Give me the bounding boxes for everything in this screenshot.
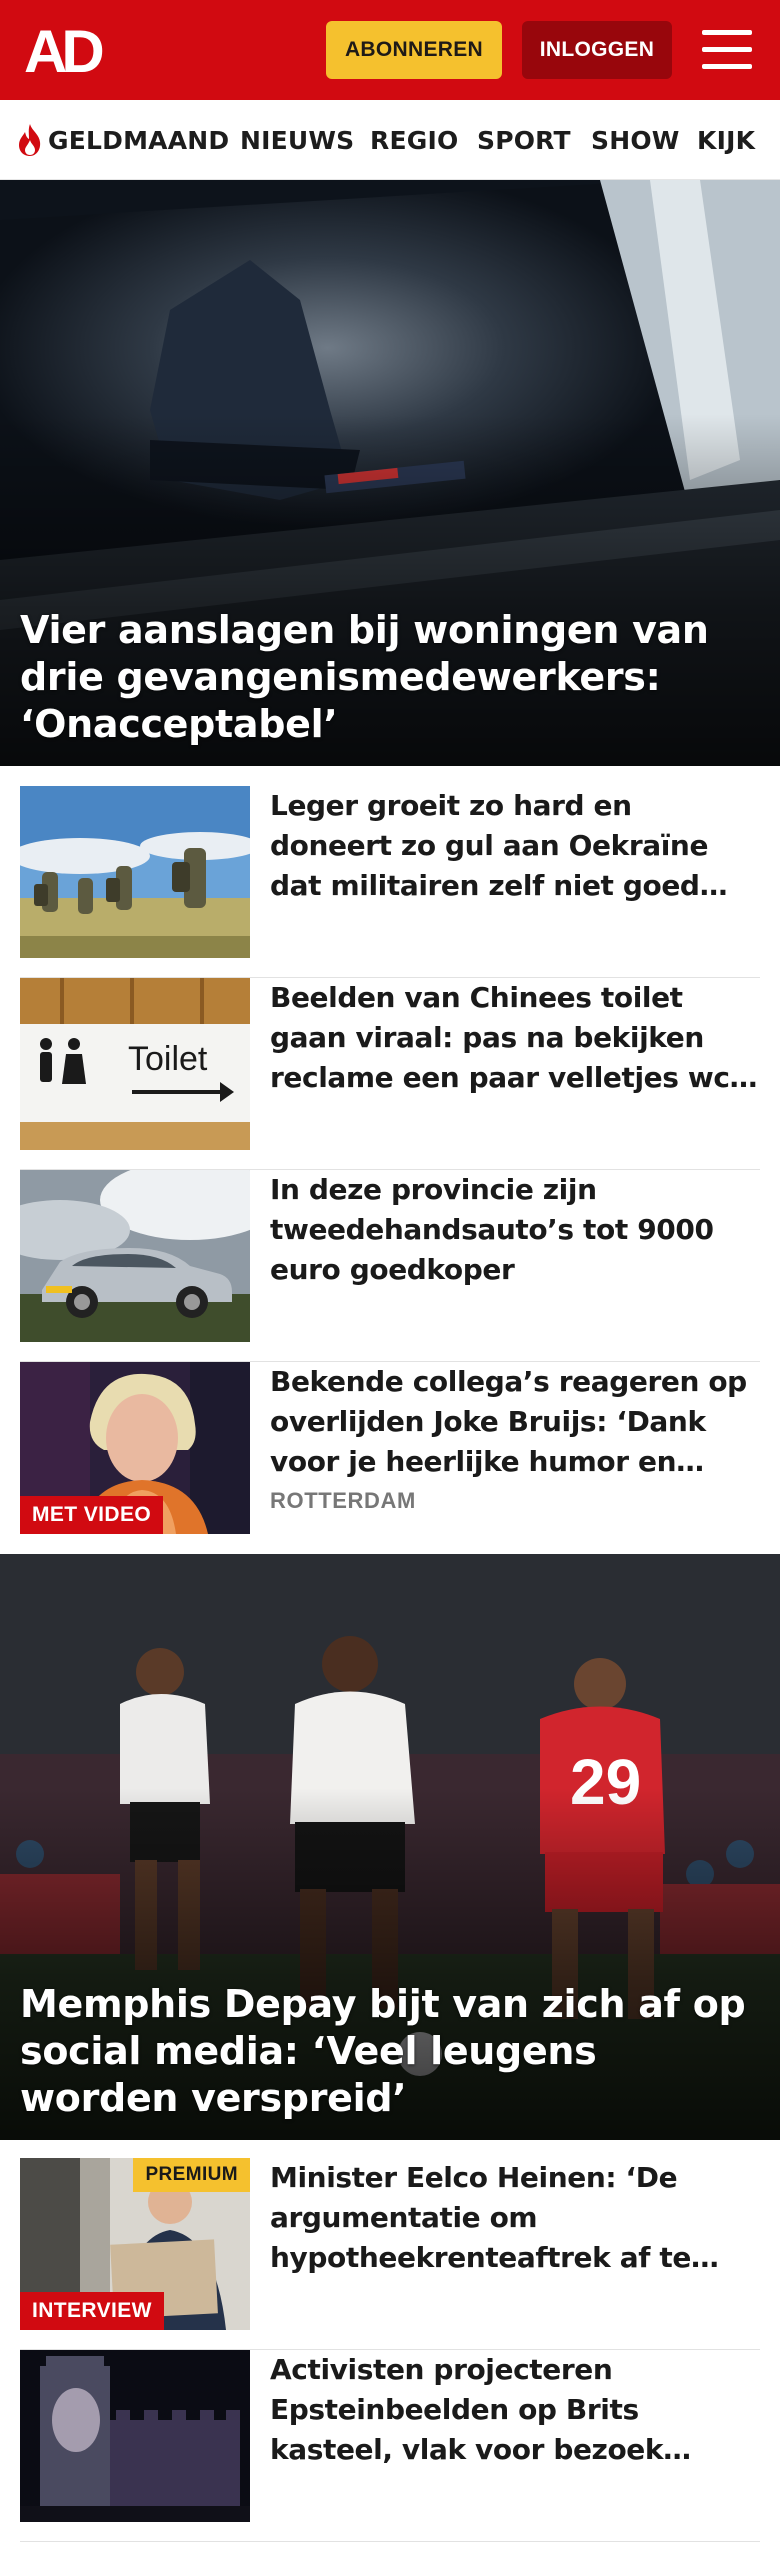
- article-eelco-heinen[interactable]: PREMIUM INTERVIEW Minister Eelco Heinen:…: [20, 2158, 760, 2350]
- nav-item-label: GELDMAAND: [48, 125, 230, 155]
- article-thumbnail: [20, 1170, 250, 1342]
- ad-logo[interactable]: AD: [24, 22, 116, 78]
- article-divider: [20, 2541, 760, 2542]
- nav-item-sport[interactable]: SPORT: [477, 100, 571, 179]
- hero-article-memphis-depay[interactable]: 29 Memphis Depay bijt van zich af op soc…: [0, 1554, 780, 2140]
- article-joke-bruijs[interactable]: MET VIDEO Bekende collega’s reageren op …: [20, 1362, 760, 1554]
- interview-badge: INTERVIEW: [20, 2292, 164, 2330]
- article-chinees-toilet[interactable]: Toilet Beelden van Chinees toilet gaan v…: [20, 978, 760, 1170]
- article-thumbnail: MET VIDEO: [20, 1362, 250, 1534]
- nav-item-label: KIJK: [697, 125, 756, 155]
- nav-item-regio[interactable]: REGIO: [370, 100, 459, 179]
- article-title: In deze provincie zijn tweedehandsauto’s…: [270, 1173, 714, 1286]
- hero-headline: Vier aanslagen bij woningen van drie gev…: [20, 608, 709, 746]
- flame-icon: [19, 124, 41, 156]
- hero-article-prison-attacks[interactable]: Vier aanslagen bij woningen van drie gev…: [0, 180, 780, 766]
- article-title: Leger groeit zo hard en doneert zo gul a…: [270, 789, 709, 902]
- article-thumbnail: Toilet: [20, 978, 250, 1150]
- nav-item-label: SHOW: [591, 125, 680, 155]
- premium-badge: PREMIUM: [133, 2158, 250, 2192]
- nav-item-show[interactable]: SHOW: [591, 100, 680, 179]
- nav-item-label: REGIO: [370, 125, 459, 155]
- nav-item-kijk[interactable]: KIJK: [697, 100, 756, 179]
- article-title: Minister Eelco Heinen: ‘De argumentatie …: [270, 2161, 691, 2274]
- nav-item-label: NIEUWS: [240, 125, 355, 155]
- article-leger-oekraine[interactable]: Leger groeit zo hard en doneert zo gul a…: [20, 786, 760, 978]
- article-title: Beelden van Chinees toilet gaan viraal: …: [270, 981, 741, 1094]
- article-title: Bekende collega’s reageren op overlijden…: [270, 1365, 747, 1478]
- article-thumbnail: PREMIUM INTERVIEW: [20, 2158, 250, 2330]
- section-nav: GELDMAAND NIEUWS REGIO SPORT SHOW KIJK: [0, 100, 780, 180]
- article-region-label[interactable]: ROTTERDAM: [270, 1488, 416, 1514]
- article-tweedehandsauto[interactable]: In deze provincie zijn tweedehandsauto’s…: [20, 1170, 760, 1362]
- article-epstein-kasteel[interactable]: Activisten projecteren Epsteinbeelden op…: [20, 2350, 760, 2542]
- top-header: AD ABONNEREN INLOGGEN: [0, 0, 780, 100]
- subscribe-button[interactable]: ABONNEREN: [326, 21, 502, 79]
- login-button[interactable]: INLOGGEN: [522, 21, 672, 79]
- hamburger-menu-icon[interactable]: [702, 28, 752, 72]
- svg-text:AD: AD: [24, 22, 102, 78]
- nav-item-nieuws[interactable]: NIEUWS: [240, 100, 355, 179]
- article-thumbnail: [20, 2350, 250, 2522]
- article-title: Activisten projecteren Epsteinbeelden op…: [270, 2353, 664, 2466]
- svg-text:Toilet: Toilet: [128, 1040, 208, 1078]
- nav-item-label: SPORT: [477, 125, 571, 155]
- nav-item-geldmaand[interactable]: GELDMAAND: [16, 100, 230, 179]
- hero-headline: Memphis Depay bijt van zich af op social…: [20, 1982, 746, 2120]
- video-badge: MET VIDEO: [20, 1496, 164, 1534]
- article-thumbnail: [20, 786, 250, 958]
